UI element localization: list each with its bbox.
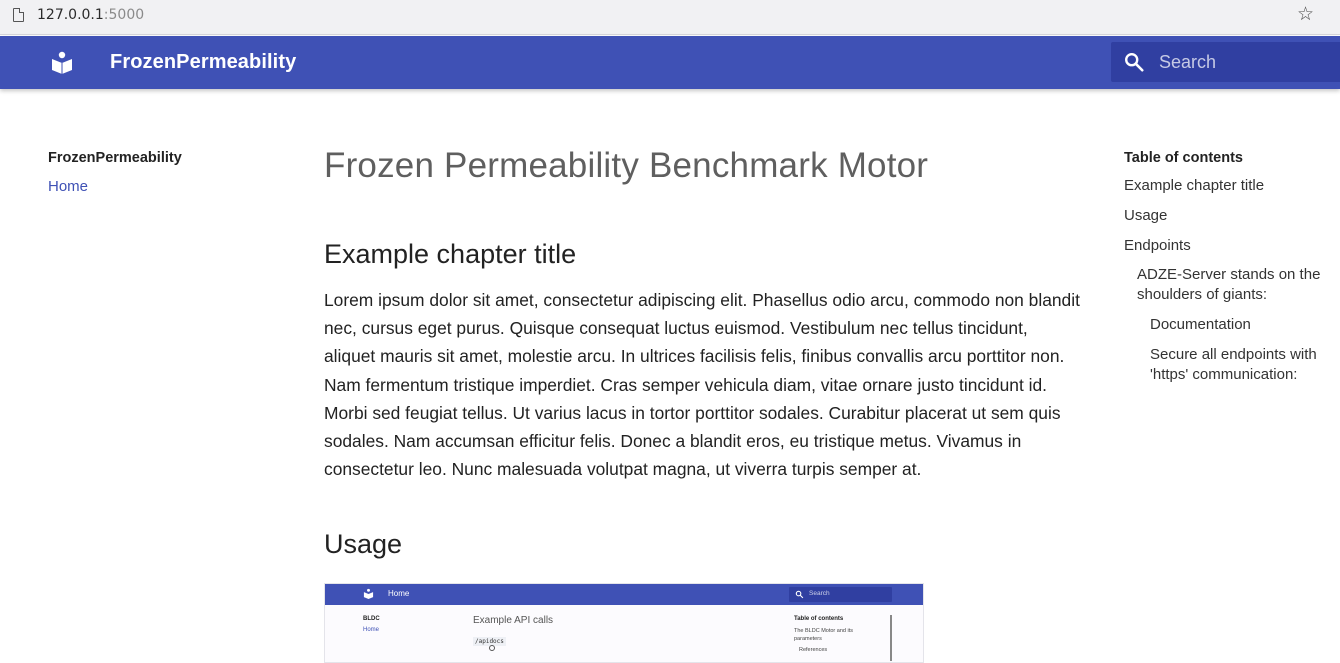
section-heading-usage: Usage (324, 529, 403, 560)
screenshot-toc-title: Table of contents (794, 616, 844, 623)
screenshot-search-placeholder: Search (809, 590, 830, 598)
screenshot-toc-item: References (799, 647, 828, 654)
nav-item-home[interactable]: Home (48, 178, 268, 195)
toc-title: Table of contents (1124, 150, 1243, 166)
nav-title: FrozenPermeability (48, 150, 182, 166)
screenshot-toc-item: The BLDC Motor and its parameters (794, 628, 853, 643)
site-header: FrozenPermeability (0, 36, 1340, 89)
section-heading-example-chapter: Example chapter title (324, 239, 577, 269)
screenshot-book-logo-icon (363, 589, 374, 600)
page-icon (13, 7, 25, 22)
search-input[interactable] (1159, 50, 1339, 74)
table-of-contents: Table of contents Example chapter title … (1124, 150, 1334, 385)
book-logo-icon[interactable] (50, 50, 74, 74)
primary-navigation: FrozenPermeability Home (48, 150, 268, 195)
main-content: Frozen Permeability Benchmark Motor Exam… (324, 142, 1084, 663)
screenshot-nav-title: BLDC (363, 616, 380, 623)
toc-item-secure-endpoints-https[interactable]: Secure all endpoints with 'https' commun… (1124, 345, 1334, 385)
toc-item-documentation[interactable]: Documentation (1124, 315, 1334, 335)
toc-item-endpoints[interactable]: Endpoints (1124, 236, 1334, 256)
screenshot-header-title: Home (388, 589, 410, 599)
screenshot-nav-link: Home (363, 627, 380, 634)
url-port: :5000 (103, 7, 145, 23)
bookmark-star-icon[interactable]: ☆ (1297, 5, 1314, 25)
toc-item-usage[interactable]: Usage (1124, 206, 1334, 226)
usage-screenshot-image: Home Search BLDC Home Example API calls … (324, 583, 924, 663)
screenshot-header: Home Search (325, 584, 923, 606)
screenshot-search-icon (795, 591, 804, 599)
search-icon (1125, 53, 1144, 72)
search-box[interactable] (1111, 42, 1340, 82)
toc-item-adze-server-giants[interactable]: ADZE-Server stands on the shoulders of g… (1124, 265, 1334, 305)
section-body-text: Lorem ipsum dolor sit amet, consectetur … (324, 290, 1080, 480)
screenshot-search-box: Search (789, 587, 892, 603)
screenshot-cursor-icon (489, 645, 495, 652)
url-host: 127.0.0.1 (37, 7, 104, 23)
url-field[interactable]: 127.0.0.1:5000 (37, 7, 144, 23)
screenshot-scrollbar (890, 615, 892, 662)
toc-item-example-chapter-title[interactable]: Example chapter title (1124, 176, 1334, 196)
page-title: Frozen Permeability Benchmark Motor (324, 146, 929, 185)
browser-address-bar: 127.0.0.1:5000 ☆ (0, 0, 1340, 35)
site-title[interactable]: FrozenPermeability (110, 51, 296, 74)
screenshot-heading: Example API calls (473, 615, 554, 627)
